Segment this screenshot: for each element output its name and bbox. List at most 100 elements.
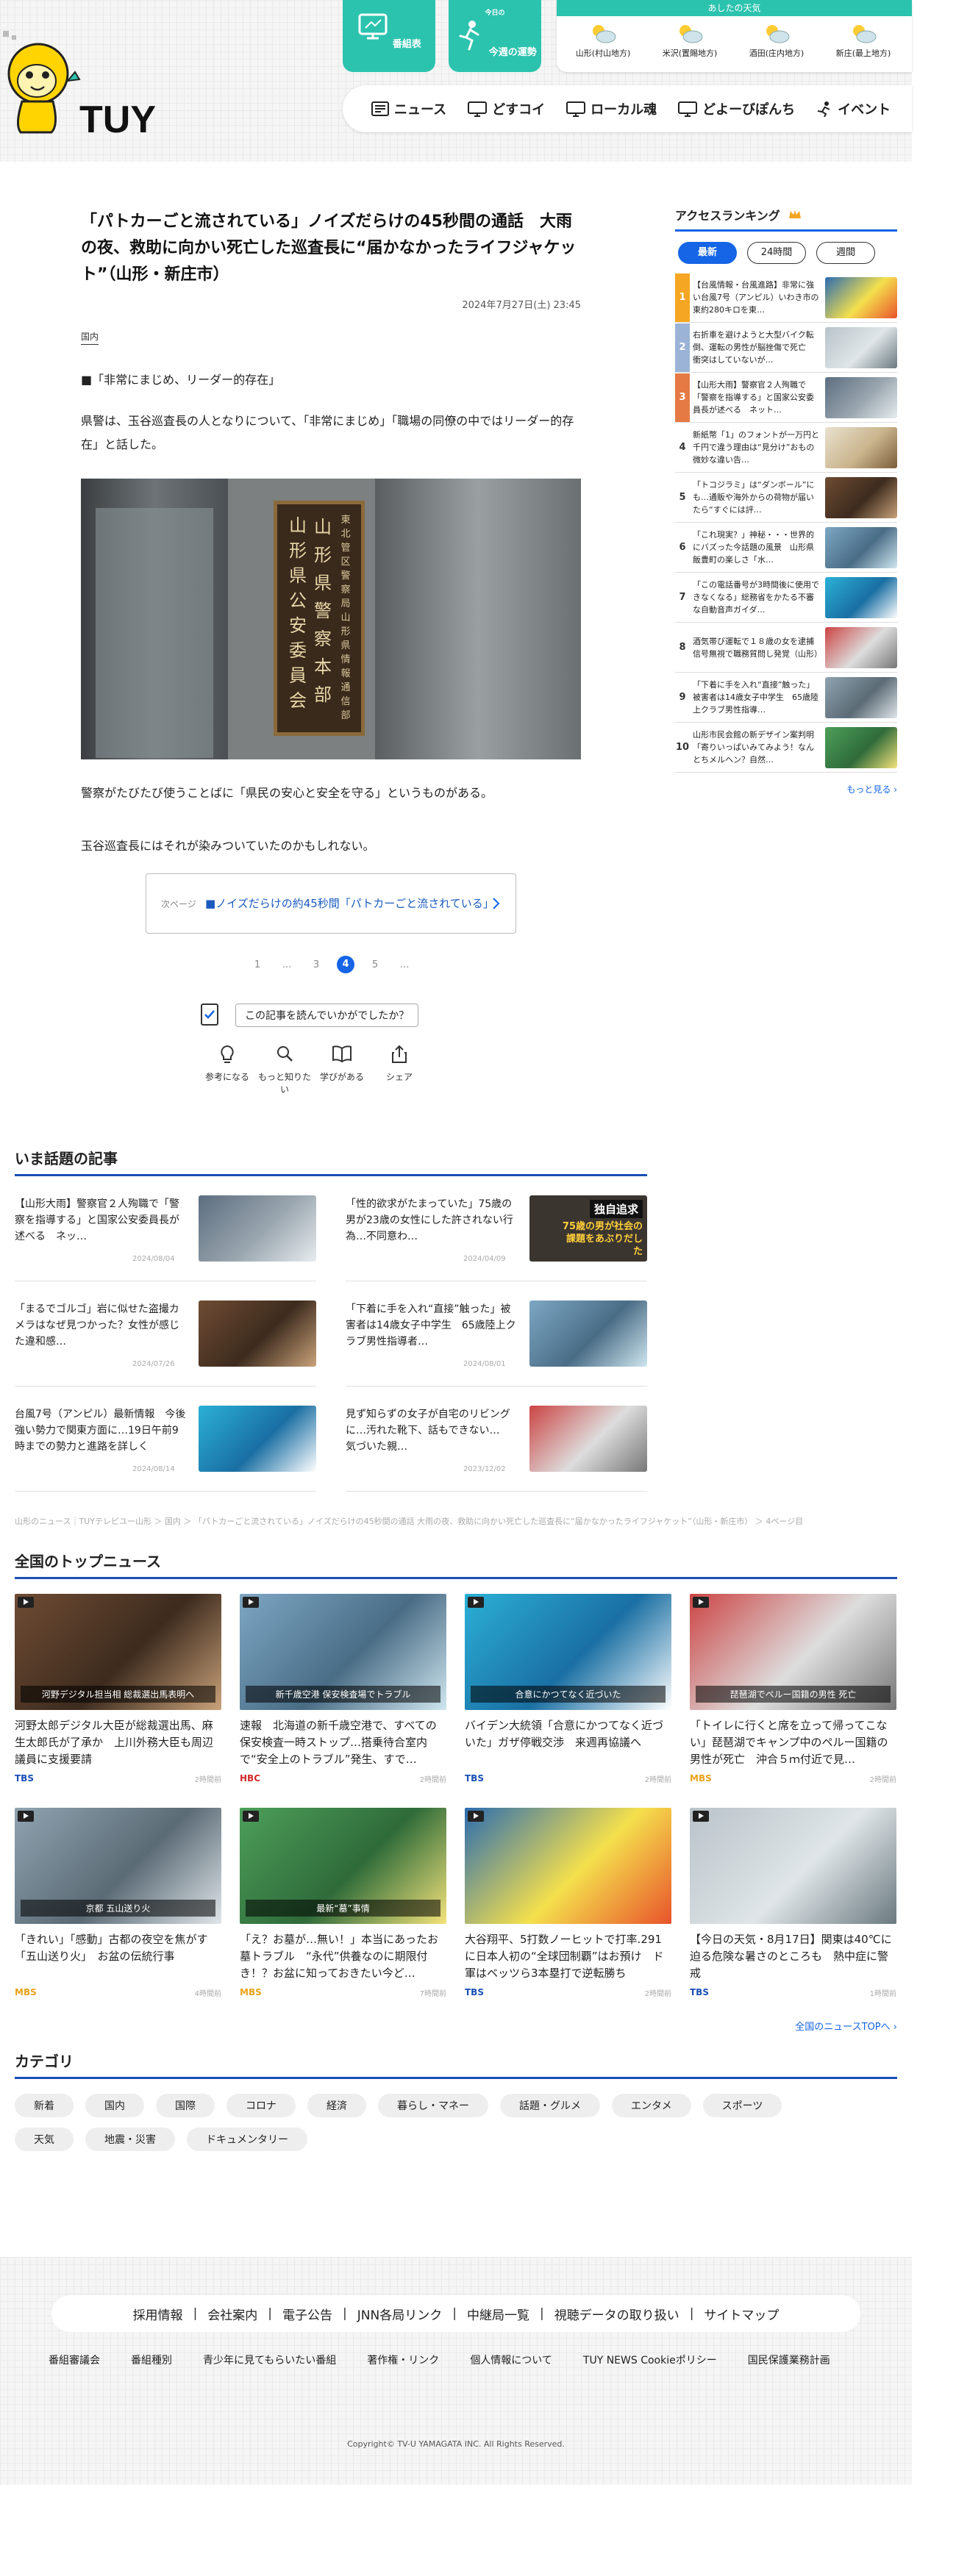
mascot-icon: TUY	[3, 31, 156, 141]
feedback-learned-button[interactable]: 学びがある	[313, 1044, 371, 1095]
ranking-tab-24h[interactable]: 24時間	[747, 242, 806, 264]
nav-event[interactable]: イベント	[816, 99, 891, 118]
weather-item[interactable]: 酒田(庄内地方)	[733, 22, 820, 59]
ranking-more-link[interactable]: もっと見る ›	[675, 783, 897, 795]
national-news-card[interactable]: 河野デジタル担当相 総裁選出馬表明へ 河野太郎デジタル大臣が総裁選出馬、麻生太郎氏…	[15, 1594, 221, 1784]
thumbnail-caption: 琵琶湖でペルー国籍の男性 死亡	[696, 1686, 891, 1703]
ranking-item[interactable]: 1 【台風情報・台風進路】非常に強い台風7号（アンピル）いわき市の東約280キロを…	[675, 273, 897, 323]
chevron-right-icon	[493, 898, 500, 909]
national-news-card[interactable]: 合意にかつてなく近づいた バイデン大統領「合意にかつてなく近づいた」ガザ停戦交渉 …	[465, 1594, 671, 1784]
footer-link[interactable]: 中継局一覧	[467, 2305, 529, 2323]
category-chip[interactable]: 暮らし・マネー	[378, 2094, 488, 2117]
footer-link[interactable]: 国民保護業務計画	[748, 2353, 830, 2367]
ranking-item[interactable]: 6 「これ現実？」神秘・・・世界的にバズった今話題の風景 山形県飯豊町の楽しさ「水…	[675, 523, 897, 573]
footer-link[interactable]: 採用情報	[133, 2305, 183, 2323]
national-news-meta: MBS 2時間前	[690, 1773, 896, 1784]
site-logo[interactable]: TUY	[0, 29, 199, 141]
weather-item[interactable]: 米沢(置賜地方)	[646, 22, 733, 59]
footer-link[interactable]: サイトマップ	[704, 2305, 779, 2323]
page-link[interactable]: 1	[243, 959, 272, 970]
footer-link[interactable]: JNN各局リンク	[357, 2305, 442, 2323]
thumbnail-badge: 独自追求	[589, 1200, 643, 1218]
footer-link[interactable]: 青少年に見てもらいたい番組	[203, 2353, 336, 2367]
footer-link[interactable]: 番組種別	[131, 2353, 172, 2367]
footer-link[interactable]: 会社案内	[207, 2305, 257, 2323]
page-link[interactable]: 5	[360, 959, 390, 970]
category-chip[interactable]: 国内	[85, 2094, 144, 2117]
national-news-card[interactable]: 琵琶湖でペルー国籍の男性 死亡 「トイレに行くと席を立って帰ってこない」琵琶湖でキ…	[690, 1594, 896, 1784]
category-chip[interactable]: 天気	[15, 2128, 74, 2151]
footer-divider: |	[539, 2306, 544, 2321]
feedback-helpful-button[interactable]: 参考になる	[199, 1044, 256, 1095]
news-source: TBS	[465, 1773, 484, 1783]
ranking-item[interactable]: 3 【山形大雨】警察官２人殉職で「警察を指導する」と国家公安委員長が述べる ネット…	[675, 373, 897, 423]
ranking-item[interactable]: 4 新紙幣「1」のフォントが一万円と千円で違う理由は“見分け”おもの微妙な違い告…	[675, 423, 897, 473]
category-chip[interactable]: 経済	[307, 2094, 366, 2117]
national-news-meta: MBS 4時間前	[15, 1987, 221, 1998]
weather-widget[interactable]: あしたの天気 山形(村山地方) 米沢(置賜地方) 酒田(庄内地方) 新庄(最上地…	[557, 0, 912, 72]
category-chip[interactable]: コロナ	[226, 2094, 296, 2117]
category-chip[interactable]: スポーツ	[702, 2094, 782, 2117]
trending-item[interactable]: 「性的欲求がたまっていた」75歳の男が23歳の女性にした許されない行為…不同意わ…	[346, 1176, 647, 1281]
ranking-item[interactable]: 9 「下着に手を入れ“直接”触った」被害者は14歳女子中学生 65歳陸上クラブ男性…	[675, 673, 897, 723]
trending-item[interactable]: 台風7号（アンピル）最新情報 今後強い勢力で関東方面に…19日午前9時までの勢力…	[15, 1387, 316, 1492]
next-page-link[interactable]: 次ページ ■ノイズだらけの約45秒間「パトカーごと流されている」	[146, 873, 516, 934]
sign-text-small: 東北管区警察局山形県情報通信部	[340, 515, 351, 721]
national-more-link[interactable]: 全国のニュースTOPへ ›	[15, 2019, 897, 2033]
video-play-icon	[468, 1597, 484, 1608]
ranking-item[interactable]: 5 「トコジラミ」は“ダンボール”にも…通販や海外からの荷物が届いたら“すぐには評…	[675, 473, 897, 523]
article-paragraph: 玉谷巡査長にはそれが染みついていたのかもしれない。	[81, 839, 375, 853]
ranking-item[interactable]: 2 右折車を避けようと大型バイク転倒、運転の男性が脳挫傷で死亡 衝突はしていないが…	[675, 323, 897, 373]
national-news-meta: TBS 2時間前	[465, 1773, 671, 1784]
news-time: 2時間前	[644, 1990, 671, 1998]
ranking-item[interactable]: 8 酒気帯び運転で１８歳の女を逮捕 信号無視で職務質問し発覚（山形）	[675, 623, 897, 673]
footer-link[interactable]: TUY NEWS Cookieポリシー	[583, 2353, 717, 2367]
category-chip[interactable]: 地震・災害	[85, 2128, 175, 2151]
national-news-card[interactable]: 最新“墓”事情 「え？お墓が…無い！」本当にあったお墓トラブル “永代”供養なのに…	[240, 1808, 446, 1998]
weather-item[interactable]: 新庄(最上地方)	[820, 22, 907, 59]
ranking-tab-weekly[interactable]: 週間	[816, 242, 875, 264]
national-news-text: 大谷翔平、5打数ノーヒットで打率.291に日本人初の“全球団制覇”はお預け ド軍…	[465, 1933, 664, 1980]
footer-link[interactable]: 著作権・リンク	[367, 2353, 439, 2367]
news-source: HBC	[240, 1773, 260, 1783]
trending-item[interactable]: 【山形大雨】警察官２人殉職で「警察を指導する」と国家公安委員長が述べる ネッ… 2…	[15, 1176, 316, 1281]
ranking-item[interactable]: 7 「この電話番号が3時間後に使用できなくなる」総務省をかたる不審な自動音声ガイダ…	[675, 573, 897, 623]
news-time: 4時間前	[194, 1990, 221, 1998]
nav-local-tamashii[interactable]: ローカル魂	[566, 99, 657, 118]
national-news-card[interactable]: 大谷翔平、5打数ノーヒットで打率.291に日本人初の“全球団制覇”はお預け ド軍…	[465, 1808, 671, 1998]
trending-text: 「性的欲求がたまっていた」75歳の男が23歳の女性にした許されない行為…不同意わ…	[346, 1198, 513, 1242]
nav-news[interactable]: ニュース	[371, 99, 446, 118]
trending-item[interactable]: 見ず知らずの女子が自宅のリビングに…汚れた靴下、話もできない… 気づいた親… 20…	[346, 1387, 647, 1492]
ranking-item[interactable]: 10 山形市民会館の新デザイン案判明「寄りいっぱいみてみよう！なんとちメルヘン？自…	[675, 723, 897, 773]
category-list: 新着 国内 国際 コロナ 経済 暮らし・マネー 話題・グルメ エンタメ スポーツ天気 地震・災害ド…	[15, 2094, 838, 2151]
category-chip[interactable]: 国際	[156, 2094, 215, 2117]
trending-item[interactable]: 「下着に手を入れ“直接”触った」被害者は14歳女子中学生 65歳陸上クラブ男性指…	[346, 1281, 647, 1387]
ranking-number: 1	[675, 273, 690, 322]
footer-link[interactable]: 視聴データの取り扱い	[554, 2305, 679, 2323]
national-news-card[interactable]: 京都 五山送り火 「きれい」「感動」古都の夜空を焦がす「五山送り火」 お盆の伝統行…	[15, 1808, 221, 1998]
tv-icon	[358, 13, 388, 40]
article-category-link[interactable]: 国内	[81, 330, 99, 345]
ranking-tab-latest[interactable]: 最新	[678, 242, 737, 264]
breadcrumb[interactable]: 山形のニュース｜TUYテレビユー山形 ＞ 国内 ＞ 「パトカーごと流されている」…	[15, 1515, 905, 1527]
footer-link[interactable]: 電子公告	[282, 2305, 332, 2323]
share-button[interactable]: シェア	[371, 1044, 428, 1095]
category-chip[interactable]: 話題・グルメ	[500, 2094, 600, 2117]
category-chip[interactable]: エンタメ	[612, 2094, 691, 2117]
trending-item[interactable]: 「まるでゴルゴ」岩に似せた盗撮カメラはなぜ見つかった？女性が感じた違和感… 202…	[15, 1281, 316, 1387]
category-chip[interactable]: 新着	[15, 2094, 74, 2117]
feedback-know-more-button[interactable]: もっと知りたい	[256, 1044, 313, 1095]
nav-doyobi-ponchi[interactable]: どよーびぽんち	[677, 99, 795, 118]
national-news-card[interactable]: 【今日の天気・8月17日】関東は40℃に迫る危険な暑さのところも 熱中症に警戒 T…	[690, 1808, 896, 1998]
weather-item[interactable]: 山形(村山地方)	[560, 22, 646, 59]
nav-dosukoi[interactable]: どすコイ	[467, 99, 545, 118]
news-time: 2時間前	[644, 1776, 671, 1784]
thumbnail-caption: 京都 五山送り火	[21, 1900, 215, 1917]
category-chip[interactable]: ドキュメンタリー	[187, 2128, 307, 2151]
national-news-card[interactable]: 新千歳空港 保安検査場でトラブル 速報 北海道の新千歳空港で、すべての保安検査一時…	[240, 1594, 446, 1784]
program-guide-button[interactable]: 番組表	[343, 0, 435, 72]
page-link[interactable]: 3	[302, 959, 331, 970]
footer-link[interactable]: 番組審議会	[49, 2353, 100, 2367]
fortune-button[interactable]: 今日の 今週の運勢	[449, 0, 541, 72]
footer-link[interactable]: 個人情報について	[470, 2353, 552, 2367]
